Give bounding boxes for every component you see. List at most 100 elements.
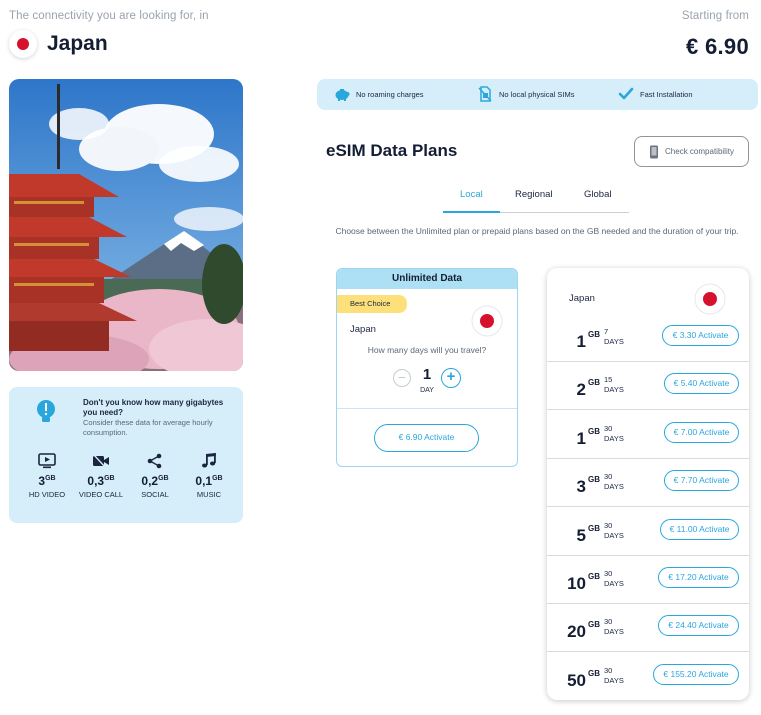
- prepaid-plans-card: Japan 1 GB 7 DAYS € 3.30 Activate 2 GB 15 DAYS € …: [547, 268, 749, 700]
- prepaid-country: Japan: [569, 293, 595, 304]
- plan-days-label: DAYS: [604, 579, 624, 588]
- plan-days-value: 15: [604, 375, 613, 385]
- plan-gb-unit: GB: [588, 523, 600, 533]
- gb-hint: Consider these data for average hourly c…: [83, 418, 213, 437]
- plan-days-label: DAYS: [604, 433, 624, 443]
- plan-gb-value: 10: [567, 574, 586, 593]
- best-choice-badge: Best Choice: [337, 295, 407, 313]
- prepaid-plan-row: 2 GB 15 DAYS € 5.40 Activate: [547, 362, 749, 411]
- usage-value: 0,3: [87, 474, 105, 488]
- phone-icon: [650, 145, 659, 158]
- check-icon: [618, 87, 634, 100]
- plan-gb-unit: GB: [588, 330, 600, 339]
- plan-gb-value: 2: [576, 380, 586, 400]
- increase-days-button[interactable]: +: [441, 368, 461, 388]
- music-note-icon: [202, 453, 216, 468]
- starting-price-block: Starting from € 6.90: [682, 10, 749, 60]
- destination-header: The connectivity you are looking for, in…: [9, 10, 209, 58]
- starting-price: € 6.90: [686, 34, 749, 59]
- share-icon: [147, 453, 162, 469]
- plan-duration: 30 DAYS: [604, 666, 624, 686]
- plan-activate-button[interactable]: € 7.70 Activate: [664, 470, 739, 492]
- usage-label: MUSIC: [196, 490, 222, 499]
- plan-activate-button[interactable]: € 155.20 Activate: [653, 663, 739, 685]
- plan-days-label: DAYS: [604, 627, 624, 637]
- prepaid-plan-row: 50 GB 30 DAYS € 155.20 Activate: [547, 653, 749, 701]
- feature-label: No local physical SIMs: [499, 89, 575, 99]
- lightbulb-icon: [37, 400, 55, 422]
- plan-duration: 30 DAYS: [604, 424, 624, 444]
- video-camera-icon: [93, 454, 109, 469]
- prepaid-plan-row: 20 GB 30 DAYS € 24.40 Activate: [547, 604, 749, 653]
- plan-gb-unit: GB: [588, 572, 600, 581]
- starting-label: Starting from: [681, 10, 749, 22]
- plans-title: eSIM Data Plans: [326, 141, 458, 160]
- usage-label: SOCIAL: [141, 490, 169, 499]
- features-bar: No roaming charges No local physical SIM…: [317, 79, 758, 110]
- plan-days-label: DAYS: [604, 385, 624, 395]
- check-compatibility-label: Check compatibility: [665, 147, 734, 156]
- japan-flag-icon: [471, 305, 503, 337]
- japan-flag-icon: [694, 283, 726, 315]
- japan-hero-image: [9, 79, 243, 371]
- plan-activate-button[interactable]: € 24.40 Activate: [658, 615, 739, 637]
- decrease-days-button[interactable]: −: [393, 369, 411, 387]
- usage-social: 0,2GB SOCIAL: [131, 453, 179, 500]
- plan-gb-value: 5: [576, 525, 586, 545]
- plans-description: Choose between the Unlimited plan or pre…: [335, 226, 739, 236]
- plan-gb-value: 3: [576, 477, 586, 497]
- plan-duration: 30 DAYS: [604, 617, 624, 637]
- plan-days-value: 30: [604, 665, 613, 675]
- plan-days-label: DAYS: [604, 337, 624, 346]
- tv-play-icon: [38, 453, 56, 469]
- usage-value: 0,1: [195, 474, 213, 488]
- plan-days-label: DAYS: [604, 675, 624, 685]
- plan-gb-unit: GB: [588, 475, 600, 485]
- usage-value: 0,2: [141, 474, 159, 488]
- usage-label: VIDEO CALL: [78, 490, 124, 499]
- active-tab-indicator: [443, 211, 500, 213]
- tab-local[interactable]: Local: [460, 189, 483, 200]
- plan-gb-unit: GB: [588, 426, 600, 436]
- prepaid-plan-row: 5 GB 30 DAYS € 11.00 Activate: [547, 508, 749, 556]
- usage-video-call: 0,3GB VIDEO CALL: [77, 453, 125, 500]
- prepaid-plan-row: 1 GB 7 DAYS € 3.30 Activate: [547, 314, 749, 362]
- header-subtitle: The connectivity you are looking for, in: [9, 10, 209, 22]
- feature-label: No roaming charges: [356, 89, 424, 99]
- prepaid-plan-row: 10 GB 30 DAYS € 17.20 Activate: [547, 556, 749, 604]
- plan-gb-unit: GB: [588, 378, 600, 388]
- unlimited-title: Unlimited Data: [337, 269, 517, 289]
- plan-days-label: DAYS: [604, 482, 624, 492]
- plan-duration: 7 DAYS: [604, 327, 624, 347]
- plan-activate-button[interactable]: € 11.00 Activate: [660, 518, 739, 540]
- feature-fast-install: Fast Installation: [618, 86, 693, 102]
- gb-helper-panel: Don't you know how many gigabytes you ne…: [9, 387, 243, 523]
- plan-days-value: 30: [604, 569, 613, 578]
- usage-music: 0,1GB MUSIC: [185, 453, 233, 500]
- plan-duration: 30 DAYS: [604, 521, 624, 541]
- usage-label: HD VIDEO: [28, 490, 66, 499]
- prepaid-plan-row: 3 GB 30 DAYS € 7.70 Activate: [547, 459, 749, 508]
- tab-regional[interactable]: Regional: [515, 189, 553, 200]
- plan-gb-value: 20: [567, 622, 586, 642]
- plan-days-value: 30: [604, 472, 613, 482]
- plan-days-value: 30: [604, 617, 613, 627]
- plan-gb-value: 1: [576, 428, 586, 448]
- gb-question: Don't you know how many gigabytes you ne…: [83, 398, 224, 417]
- usage-hd-video: 3GB HD VIDEO: [23, 453, 71, 500]
- plan-days-value: 30: [604, 520, 613, 530]
- feature-label: Fast Installation: [640, 89, 693, 99]
- plan-duration: 30 DAYS: [604, 472, 624, 492]
- days-label: DAY: [420, 387, 434, 394]
- plan-gb-value: 50: [567, 670, 586, 690]
- unlimited-activate-button[interactable]: € 6.90 Activate: [374, 424, 479, 452]
- plan-activate-button[interactable]: € 17.20 Activate: [658, 567, 739, 588]
- tab-global[interactable]: Global: [584, 189, 611, 200]
- feature-no-roaming: No roaming charges: [334, 86, 424, 102]
- plan-activate-button[interactable]: € 5.40 Activate: [664, 373, 739, 395]
- days-value: 1: [422, 366, 432, 383]
- check-compatibility-button[interactable]: Check compatibility: [634, 136, 749, 167]
- piggy-bank-icon: [335, 89, 350, 101]
- plan-activate-button[interactable]: € 3.30 Activate: [662, 325, 739, 346]
- plan-activate-button[interactable]: € 7.00 Activate: [664, 421, 739, 443]
